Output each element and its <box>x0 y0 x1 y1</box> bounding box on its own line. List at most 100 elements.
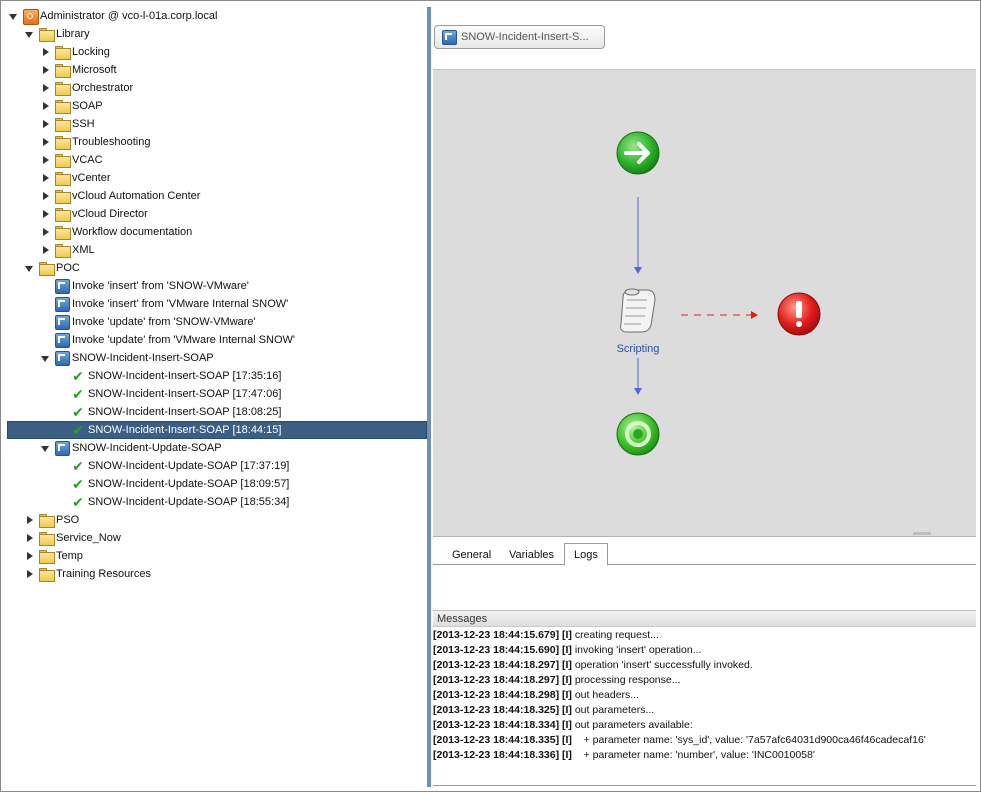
collapse-toggle-icon[interactable] <box>40 227 51 238</box>
collapse-toggle-icon[interactable] <box>40 191 51 202</box>
tree-row[interactable]: SOAP <box>8 97 427 115</box>
workflow-icon <box>54 315 70 330</box>
tree-row[interactable]: ✔ SNOW-Incident-Insert-SOAP [17:47:06] <box>8 385 427 403</box>
link-start-to-scripting <box>634 197 642 274</box>
folder-icon <box>54 225 71 240</box>
expand-toggle-icon[interactable] <box>8 11 19 22</box>
folder-icon <box>38 513 55 528</box>
tree-row-label: Invoke 'insert' from 'SNOW-VMware' <box>72 280 249 292</box>
tab-general[interactable]: General <box>443 544 500 565</box>
tree-row[interactable]: vCloud Automation Center <box>8 187 427 205</box>
tree-row-label: SOAP <box>72 100 103 112</box>
tree-row[interactable]: Invoke 'update' from 'VMware Internal SN… <box>8 331 427 349</box>
tree-row[interactable]: SNOW-Incident-Update-SOAP <box>8 439 427 457</box>
log-line: [2013-12-23 18:44:18.336] [I] + paramete… <box>433 748 976 763</box>
collapse-toggle-icon[interactable] <box>40 101 51 112</box>
log-messages-list: [2013-12-23 18:44:15.679] [I] creating r… <box>433 628 976 763</box>
log-timestamp: [2013-12-23 18:44:18.335] [I] <box>433 734 572 746</box>
tree-row[interactable]: Microsoft <box>8 61 427 79</box>
tree-row-label: PSO <box>56 514 80 526</box>
tab-logs[interactable]: Logs <box>564 543 608 566</box>
collapse-toggle-icon[interactable] <box>40 119 51 130</box>
tree-row[interactable]: Temp <box>8 547 427 565</box>
tree-row[interactable]: Workflow documentation <box>8 223 427 241</box>
tree-row[interactable]: vCloud Director <box>8 205 427 223</box>
tree-row[interactable]: Service_Now <box>8 529 427 547</box>
log-message: invoking 'insert' operation... <box>571 644 702 656</box>
tree-row[interactable]: ✔ SNOW-Incident-Insert-SOAP [18:44:15] <box>7 421 427 439</box>
error-node[interactable] <box>777 292 821 336</box>
tree-row-label: SNOW-Incident-Insert-SOAP [17:47:06] <box>88 388 282 400</box>
collapse-toggle-icon[interactable] <box>40 65 51 76</box>
messages-header: Messages <box>433 610 976 627</box>
collapse-toggle-icon[interactable] <box>40 155 51 166</box>
tree-row[interactable]: Training Resources <box>8 565 427 583</box>
tree-row-label: Temp <box>56 550 83 562</box>
log-line: [2013-12-23 18:44:15.690] [I] invoking '… <box>433 643 976 658</box>
folder-icon <box>54 117 71 132</box>
workflow-tab-label: SNOW-Incident-Insert-S... <box>461 31 589 43</box>
collapse-toggle-icon[interactable] <box>24 551 35 562</box>
tree-row[interactable]: Invoke 'insert' from 'SNOW-VMware' <box>8 277 427 295</box>
expand-toggle-icon[interactable] <box>40 443 51 454</box>
tree-row[interactable]: Administrator @ vco-l-01a.corp.local <box>8 7 427 25</box>
tree-row[interactable]: Invoke 'update' from 'SNOW-VMware' <box>8 313 427 331</box>
start-node[interactable] <box>616 131 660 175</box>
log-line: [2013-12-23 18:44:18.334] [I] out parame… <box>433 718 976 733</box>
log-timestamp: [2013-12-23 18:44:18.297] [I] <box>433 674 572 686</box>
schema-canvas[interactable]: Scripting <box>433 69 976 537</box>
canvas-resize-grip[interactable] <box>913 532 931 535</box>
folder-icon <box>38 567 55 582</box>
collapse-toggle-icon[interactable] <box>24 515 35 526</box>
tree-row[interactable]: Locking <box>8 43 427 61</box>
toggle-spacer <box>56 497 67 508</box>
folder-icon <box>54 81 71 96</box>
folder-icon <box>54 135 71 150</box>
tree-row[interactable]: ✔ SNOW-Incident-Insert-SOAP [18:08:25] <box>8 403 427 421</box>
tree-row[interactable]: POC <box>8 259 427 277</box>
expand-toggle-icon[interactable] <box>40 353 51 364</box>
collapse-toggle-icon[interactable] <box>40 137 51 148</box>
toggle-spacer <box>56 461 67 472</box>
log-timestamp: [2013-12-23 18:44:15.690] [I] <box>433 644 572 656</box>
folder-icon <box>54 171 71 186</box>
collapse-toggle-icon[interactable] <box>40 173 51 184</box>
expand-toggle-icon[interactable] <box>24 29 35 40</box>
collapse-toggle-icon[interactable] <box>24 533 35 544</box>
collapse-toggle-icon[interactable] <box>40 209 51 220</box>
tree-row[interactable]: Orchestrator <box>8 79 427 97</box>
tree-row[interactable]: Library <box>8 25 427 43</box>
tree-row[interactable]: vCenter <box>8 169 427 187</box>
tree-row-label: SNOW-Incident-Update-SOAP [18:55:34] <box>88 496 290 508</box>
collapse-toggle-icon[interactable] <box>40 83 51 94</box>
tree-row[interactable]: ✔ SNOW-Incident-Update-SOAP [18:55:34] <box>8 493 427 511</box>
tab-variables[interactable]: Variables <box>500 544 563 565</box>
tree-row[interactable]: VCAC <box>8 151 427 169</box>
tree-row[interactable]: XML <box>8 241 427 259</box>
end-node[interactable] <box>616 412 660 456</box>
tree-row[interactable]: ✔ SNOW-Incident-Update-SOAP [17:37:19] <box>8 457 427 475</box>
toggle-spacer <box>56 425 67 436</box>
tree-row[interactable]: ✔ SNOW-Incident-Update-SOAP [18:09:57] <box>8 475 427 493</box>
tree-row[interactable]: ✔ SNOW-Incident-Insert-SOAP [17:35:16] <box>8 367 427 385</box>
checkmark-icon: ✔ <box>72 368 84 384</box>
scripting-node[interactable] <box>620 288 656 333</box>
tree-row[interactable]: SSH <box>8 115 427 133</box>
tree-row[interactable]: Invoke 'insert' from 'VMware Internal SN… <box>8 295 427 313</box>
tree-row-label: vCloud Automation Center <box>72 190 201 202</box>
collapse-toggle-icon[interactable] <box>40 245 51 256</box>
tree-row[interactable]: Troubleshooting <box>8 133 427 151</box>
collapse-toggle-icon[interactable] <box>24 569 35 580</box>
collapse-toggle-icon[interactable] <box>40 47 51 58</box>
expand-toggle-icon[interactable] <box>24 263 35 274</box>
tree-row-label: vCenter <box>72 172 111 184</box>
tree-row-label: XML <box>72 244 95 256</box>
workflow-icon <box>54 279 70 294</box>
log-timestamp: [2013-12-23 18:44:18.325] [I] <box>433 704 572 716</box>
tree-row[interactable]: PSO <box>8 511 427 529</box>
workflow-icon <box>54 441 70 456</box>
workflow-tab-button[interactable]: SNOW-Incident-Insert-S... <box>434 25 605 49</box>
messages-header-label: Messages <box>437 612 488 625</box>
tree-row[interactable]: SNOW-Incident-Insert-SOAP <box>8 349 427 367</box>
tree-row-label: SNOW-Incident-Update-SOAP [18:09:57] <box>88 478 290 490</box>
